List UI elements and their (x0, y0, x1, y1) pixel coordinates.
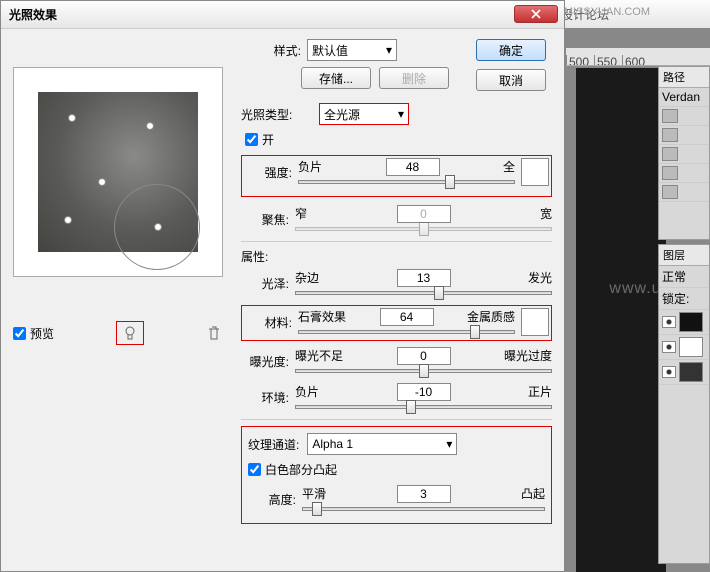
ambience-slider[interactable] (295, 405, 552, 409)
style-label: 样式: (241, 42, 301, 59)
ambience-label: 环境: (241, 389, 289, 406)
layers-tab[interactable]: 图层 (659, 245, 709, 266)
font-row: Verdan (659, 88, 709, 107)
ambience-color-swatch[interactable] (521, 308, 549, 336)
light-type-label: 光照类型: (241, 106, 313, 123)
ruler: 500 550 600 (566, 48, 710, 66)
char-icon[interactable] (662, 109, 678, 123)
properties-label: 属性: (241, 248, 552, 265)
material-slider[interactable] (298, 330, 515, 334)
gloss-slider[interactable] (295, 291, 552, 295)
char-icon[interactable] (662, 185, 678, 199)
intensity-value[interactable] (386, 158, 440, 176)
lock-row: 锁定: (659, 288, 709, 310)
layer-row[interactable] (659, 360, 709, 385)
slider-thumb[interactable] (419, 364, 429, 378)
focus-value (397, 205, 451, 223)
close-button[interactable] (514, 5, 558, 23)
material-label: 材料: (244, 314, 292, 331)
visibility-icon[interactable] (662, 316, 676, 328)
cancel-button[interactable]: 取消 (476, 69, 546, 91)
intensity-label: 强度: (244, 164, 292, 181)
slider-thumb[interactable] (312, 502, 322, 516)
document-canvas (576, 68, 666, 572)
blend-mode-row[interactable]: 正常 (659, 266, 709, 288)
light-handle[interactable] (64, 216, 72, 224)
height-value[interactable] (397, 485, 451, 503)
intensity-slider[interactable] (298, 180, 515, 184)
char-icon[interactable] (662, 147, 678, 161)
preview-checkbox[interactable]: 预览 (13, 325, 54, 342)
delete-button[interactable]: 删除 (379, 67, 449, 89)
exposure-value[interactable] (397, 347, 451, 365)
light-type-select[interactable]: 全光源 (319, 103, 409, 125)
add-light-button[interactable] (116, 321, 144, 345)
layer-thumb[interactable] (679, 337, 703, 357)
texture-channel-select[interactable]: Alpha 1 (307, 433, 457, 455)
height-slider[interactable] (302, 507, 545, 511)
save-button[interactable]: 存储... (301, 67, 371, 89)
light-handle[interactable] (68, 114, 76, 122)
texture-channel-label: 纹理通道: (248, 436, 299, 453)
slider-thumb[interactable] (445, 175, 455, 189)
slider-thumb[interactable] (434, 286, 444, 300)
layer-row[interactable] (659, 335, 709, 360)
focus-label: 聚焦: (241, 211, 289, 228)
preview-box[interactable] (13, 67, 223, 277)
ok-button[interactable]: 确定 (476, 39, 546, 61)
ambience-value[interactable] (397, 383, 451, 401)
char-icon[interactable] (662, 128, 678, 142)
exposure-label: 曝光度: (241, 353, 289, 370)
paths-panel[interactable]: 路径 Verdan (658, 66, 710, 240)
light-handle[interactable] (146, 122, 154, 130)
layer-thumb[interactable] (679, 312, 703, 332)
visibility-icon[interactable] (662, 366, 676, 378)
char-icon[interactable] (662, 166, 678, 180)
light-center-handle[interactable] (154, 223, 162, 231)
style-select[interactable]: 默认值 (307, 39, 397, 61)
light-color-swatch[interactable] (521, 158, 549, 186)
focus-slider (295, 227, 552, 231)
gloss-label: 光泽: (241, 275, 289, 292)
paths-tab[interactable]: 路径 (659, 67, 709, 88)
visibility-icon[interactable] (662, 341, 676, 353)
light-on-checkbox[interactable]: 开 (245, 131, 274, 148)
slider-thumb[interactable] (470, 325, 480, 339)
white-high-label: 白色部分凸起 (265, 461, 337, 478)
slider-thumb (419, 222, 429, 236)
white-high-input[interactable] (248, 463, 261, 476)
light-handle[interactable] (98, 178, 106, 186)
layer-row[interactable] (659, 310, 709, 335)
height-label: 高度: (248, 491, 296, 508)
light-on-label: 开 (262, 131, 274, 148)
layer-thumb[interactable] (679, 362, 703, 382)
light-on-input[interactable] (245, 133, 258, 146)
preview-canvas[interactable] (38, 92, 198, 252)
lighting-effects-dialog: 光照效果 确定 取消 (0, 0, 565, 572)
gloss-value[interactable] (397, 269, 451, 287)
preview-checkbox-input[interactable] (13, 327, 26, 340)
dialog-titlebar[interactable]: 光照效果 (1, 1, 564, 29)
layers-panel[interactable]: 图层 正常 锁定: (658, 244, 710, 564)
dialog-title: 光照效果 (9, 6, 57, 23)
white-high-checkbox[interactable]: 白色部分凸起 (248, 461, 337, 478)
material-value[interactable] (380, 308, 434, 326)
preview-label: 预览 (30, 325, 54, 342)
delete-light-button[interactable] (205, 323, 223, 343)
slider-thumb[interactable] (406, 400, 416, 414)
exposure-slider[interactable] (295, 369, 552, 373)
